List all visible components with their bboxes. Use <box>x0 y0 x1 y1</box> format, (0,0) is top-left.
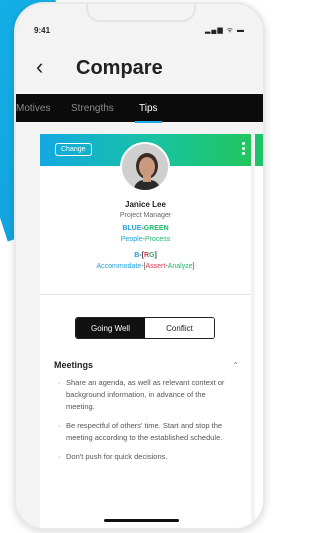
segmented-control: Going Well Conflict <box>75 317 215 339</box>
next-card-band <box>255 134 263 166</box>
assert-label: Assert <box>145 263 166 270</box>
accommodate-label: Accommodate <box>96 263 142 270</box>
color-green-label: GREEN <box>143 225 169 232</box>
tab-motives[interactable]: Motives <box>16 103 50 114</box>
change-button[interactable]: Change <box>55 143 92 156</box>
status-time: 9:41 <box>34 26 51 35</box>
tab-tips[interactable]: Tips <box>135 103 161 123</box>
people-process: People-Process <box>40 236 251 243</box>
going-well-button[interactable]: Going Well <box>76 318 145 338</box>
list-item: Share an agenda, as well as relevant con… <box>58 377 226 413</box>
notch <box>86 4 196 22</box>
avatar-portrait <box>122 144 168 190</box>
person-card: Change Janice Lee Project Manager BLUE-G… <box>40 134 251 528</box>
conflict-button[interactable]: Conflict <box>145 318 214 338</box>
tab-strengths[interactable]: Strengths <box>71 103 114 114</box>
chevron-up-icon[interactable]: ⌃ <box>232 361 239 370</box>
analyze-label: Analyze <box>167 263 193 270</box>
style-blend: Accommodate-[Assert-Analyze] <box>40 263 251 270</box>
phone-frame: 9:41 ▂▄▆ ᯤ ▬ ‹ Compare Motives Strengths… <box>14 2 265 530</box>
section-title: Meetings <box>54 360 94 370</box>
blend-bracket-close: ] <box>154 252 157 259</box>
page-header: ‹ Compare <box>16 48 263 88</box>
status-icons: ▂▄▆ ᯤ ▬ <box>204 27 245 34</box>
list-item: Don't push for quick decisions. <box>58 451 226 463</box>
blend-code: B-[RG] <box>40 252 251 259</box>
person-name: Janice Lee <box>125 200 166 209</box>
more-options-icon[interactable] <box>241 140 245 158</box>
tab-bar: Motives Strengths Tips <box>16 94 263 123</box>
list-item: Be respectful of others' time. Start and… <box>58 420 226 444</box>
next-card-peek[interactable] <box>255 134 263 528</box>
aaa-bracket-close: ] <box>192 263 195 270</box>
home-indicator <box>104 519 179 522</box>
avatar <box>120 142 170 192</box>
process-label: Process <box>144 236 171 243</box>
divider <box>40 294 251 295</box>
color-type: BLUE-GREEN <box>40 225 251 232</box>
status-bar: 9:41 ▂▄▆ ᯤ ▬ <box>16 4 263 44</box>
tips-list: Share an agenda, as well as relevant con… <box>58 377 226 470</box>
person-role: Project Manager <box>119 212 172 219</box>
page-title: Compare <box>76 57 163 79</box>
color-blue-label: BLUE <box>122 225 142 232</box>
back-chevron-icon[interactable]: ‹ <box>36 54 43 80</box>
people-label: People <box>120 236 143 243</box>
